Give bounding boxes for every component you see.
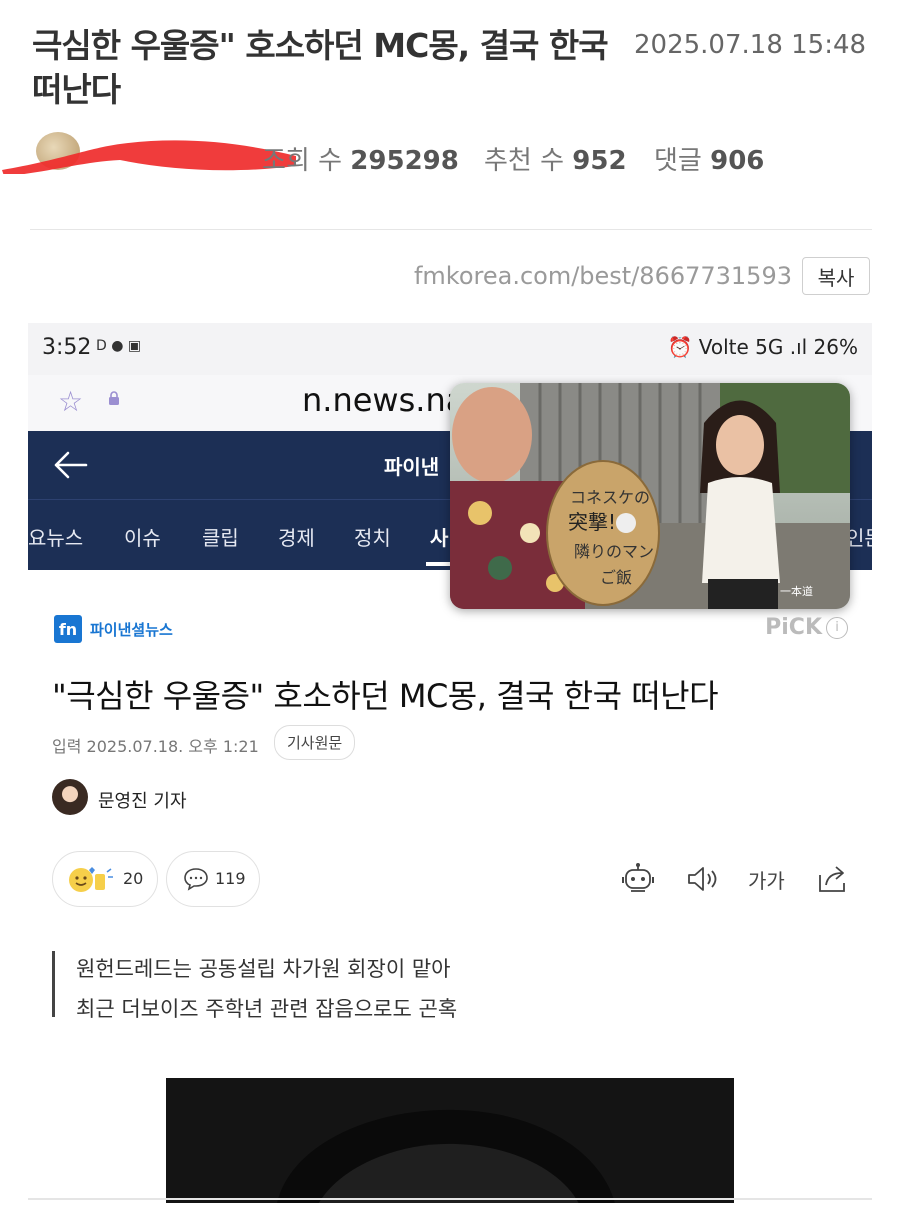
bottom-divider (28, 1198, 872, 1200)
reaction-count: 20 (123, 869, 144, 888)
embedded-screenshot: 3:52 D ● ▣ ⏰ Volte 5G .ıl 26% ☆ n.news.n… (28, 323, 872, 1203)
views-stat: 조회 수 295298 (262, 146, 459, 176)
reporter-avatar[interactable] (52, 779, 88, 815)
address-domain[interactable]: n.news.na (302, 381, 465, 419)
redaction-scribble (2, 140, 296, 174)
summary-line: 최근 더보이즈 주학년 관련 잡음으로도 곤혹 (76, 997, 458, 1021)
likes-stat: 추천 수 952 (484, 146, 627, 176)
back-arrow-icon[interactable] (50, 445, 90, 485)
publisher-name[interactable]: 파이낸셜뉴스 (90, 619, 173, 640)
status-bar: 3:52 D ● ▣ ⏰ Volte 5G .ıl 26% (28, 323, 872, 375)
star-icon[interactable]: ☆ (58, 385, 83, 418)
lock-icon (109, 391, 119, 405)
source-article-button[interactable]: 기사원문 (274, 725, 356, 760)
speaker-tts-icon[interactable] (684, 861, 720, 897)
svg-text:突撃!: 突撃! (568, 510, 616, 534)
category-tab[interactable]: 정치 (354, 522, 391, 551)
author-row: 조회 수 295298 추천 수 952 댓글 906 (2, 122, 870, 192)
share-icon[interactable] (814, 861, 850, 897)
overlay-scene: コネスケの 突撃! 隣りのマン ご飯 一本道 (450, 383, 850, 609)
svg-text:隣りのマン: 隣りのマン (574, 542, 654, 561)
emoji-reaction-icon (69, 867, 113, 892)
publisher-logo-icon[interactable]: fn (54, 615, 82, 643)
status-right-icons: ⏰ Volte 5G .ıl 26% (667, 335, 858, 359)
article-title: "극심한 우울증" 호소하던 MC몽, 결국 한국 떠난다 (52, 677, 719, 715)
category-tab-active[interactable]: 사 (430, 522, 448, 551)
article-date: 입력 2025.07.18. 오후 1:21 (52, 737, 259, 756)
category-tab[interactable]: 경제 (278, 522, 315, 551)
copy-button[interactable]: 복사 (802, 257, 870, 295)
article-photo-scene (166, 1078, 734, 1203)
svg-text:一本道: 一本道 (780, 584, 813, 598)
reporter-name[interactable]: 문영진 기자 (98, 787, 187, 813)
font-size-button[interactable]: 가가 (748, 865, 785, 894)
info-icon[interactable]: i (826, 617, 848, 639)
svg-text:ご飯: ご飯 (600, 568, 632, 587)
comment-icon (184, 868, 208, 891)
status-time: 3:52 (42, 335, 92, 360)
overlay-video-thumbnail[interactable]: コネスケの 突撃! 隣りのマン ご飯 一本道 (450, 383, 850, 609)
comment-count: 119 (215, 869, 246, 888)
comment-button[interactable]: 119 (166, 851, 260, 907)
post-url[interactable]: fmkorea.com/best/8667731593 (414, 262, 792, 290)
post-title: 극심한 우울증" 호소하던 MC몽, 결국 한국 떠난다 (32, 26, 609, 109)
site-title: 파이낸 (384, 455, 440, 479)
status-left-icons: D ● ▣ (96, 338, 142, 354)
post-date: 2025.07.18 15:48 (634, 30, 867, 60)
category-tab[interactable]: 이슈 (124, 522, 161, 551)
article-photo (166, 1078, 734, 1203)
summary-quote-bar (52, 951, 55, 1017)
category-tab[interactable]: 클립 (202, 522, 239, 551)
summary-line: 원헌드레드는 공동설립 차가원 회장이 맡아 (76, 957, 451, 981)
reaction-button[interactable]: 20 (52, 851, 158, 907)
category-tab[interactable]: 요뉴스 (28, 522, 83, 551)
robot-summary-icon[interactable] (620, 861, 656, 897)
divider (30, 229, 872, 230)
pick-badge[interactable]: PiCK i (765, 615, 848, 640)
comments-stat[interactable]: 댓글 906 (654, 140, 764, 177)
svg-text:コネスケの: コネスケの (570, 488, 650, 507)
